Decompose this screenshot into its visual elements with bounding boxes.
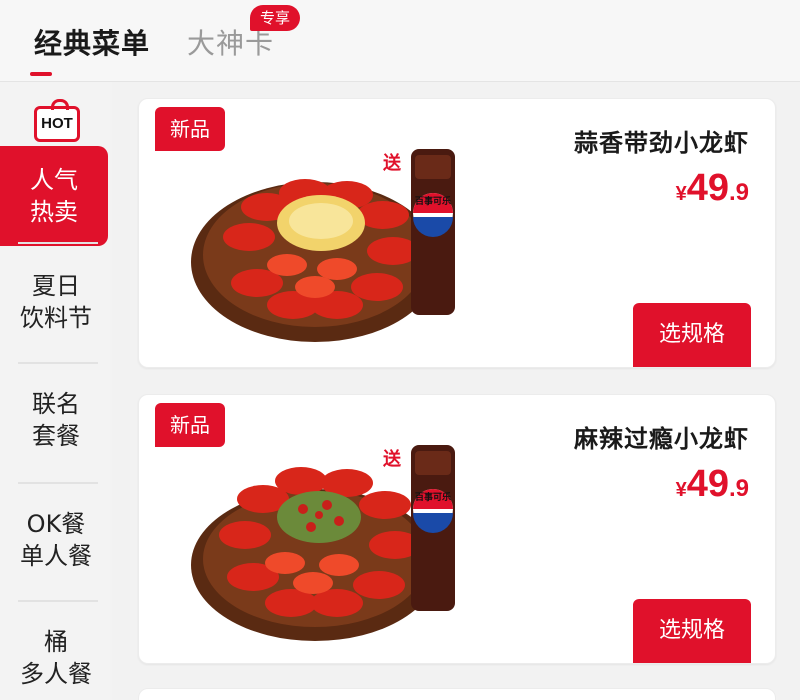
sidebar-item-label: 热卖 [30, 198, 78, 226]
gift-label: 送 [382, 152, 402, 174]
drink-brand-label: 百事可乐 [415, 491, 451, 503]
sidebar-divider [18, 242, 98, 244]
sidebar-divider [18, 600, 98, 602]
price-currency: ¥ [675, 183, 687, 205]
product-name: 蒜香带劲小龙虾 [574, 129, 749, 157]
hot-tag-label: HOT [41, 115, 73, 132]
price-decimal: .9 [728, 475, 749, 502]
select-spec-button[interactable]: 选规格 [633, 303, 751, 367]
product-card-partial[interactable] [138, 688, 776, 700]
sidebar-item-single-meal[interactable]: OK餐 单人餐 [0, 508, 112, 572]
sidebar-item-label: 桶 [44, 628, 68, 656]
sidebar-item-label: 夏日 [32, 272, 80, 300]
product-price: ¥49.9 [676, 463, 749, 506]
sidebar-item-label: 单人餐 [20, 542, 92, 570]
sidebar-item-label: 多人餐 [20, 660, 92, 688]
sidebar-item-label: 套餐 [32, 422, 80, 450]
sidebar-item-label: 联名 [32, 390, 80, 418]
tab-classic-menu[interactable]: 经典菜单 [34, 26, 150, 62]
hot-tag-icon: HOT [34, 99, 80, 142]
sidebar-item-summer-drinks[interactable]: 夏日 饮料节 [0, 270, 112, 334]
active-tab-indicator [30, 72, 52, 76]
sidebar-item-label: 人气 [30, 166, 78, 194]
sidebar-item-popular[interactable]: HOT 人气 热卖 [0, 99, 108, 246]
drink-brand-label: 百事可乐 [415, 195, 451, 207]
sidebar-item-label: 饮料节 [20, 304, 92, 332]
exclusive-badge: 专享 [250, 5, 301, 31]
garlic-crayfish-image: 送 百事可乐 [191, 149, 455, 342]
gift-label: 送 [382, 448, 402, 470]
sidebar-item-bucket-meal[interactable]: 桶 多人餐 [0, 626, 112, 690]
sidebar-item-label: OK餐 [26, 510, 86, 538]
select-spec-button[interactable]: 选规格 [633, 599, 751, 663]
spicy-crayfish-image: 送 百事可乐 [191, 445, 455, 641]
sidebar-divider [18, 482, 98, 484]
product-card[interactable]: 新品 送 百事可乐 麻辣过瘾小龙虾 ¥49.9 选规格 [138, 394, 776, 664]
product-name: 麻辣过瘾小龙虾 [574, 425, 749, 453]
sidebar-item-co-branded-set[interactable]: 联名 套餐 [0, 388, 112, 452]
sidebar-divider [18, 362, 98, 364]
price-integer: 49 [686, 463, 729, 505]
tab-master-card[interactable]: 大神卡 [187, 26, 274, 62]
top-tab-bar: 经典菜单 大神卡 专享 [0, 0, 800, 82]
category-sidebar: HOT 人气 热卖 夏日 饮料节 联名 套餐 OK餐 单人餐 桶 多人餐 [0, 82, 112, 700]
price-currency: ¥ [675, 479, 687, 501]
price-integer: 49 [686, 167, 729, 209]
product-card[interactable]: 新品 送 百事可乐 蒜香带劲小龙虾 ¥49.9 选规格 [138, 98, 776, 368]
product-price: ¥49.9 [676, 167, 749, 210]
price-decimal: .9 [728, 179, 749, 206]
